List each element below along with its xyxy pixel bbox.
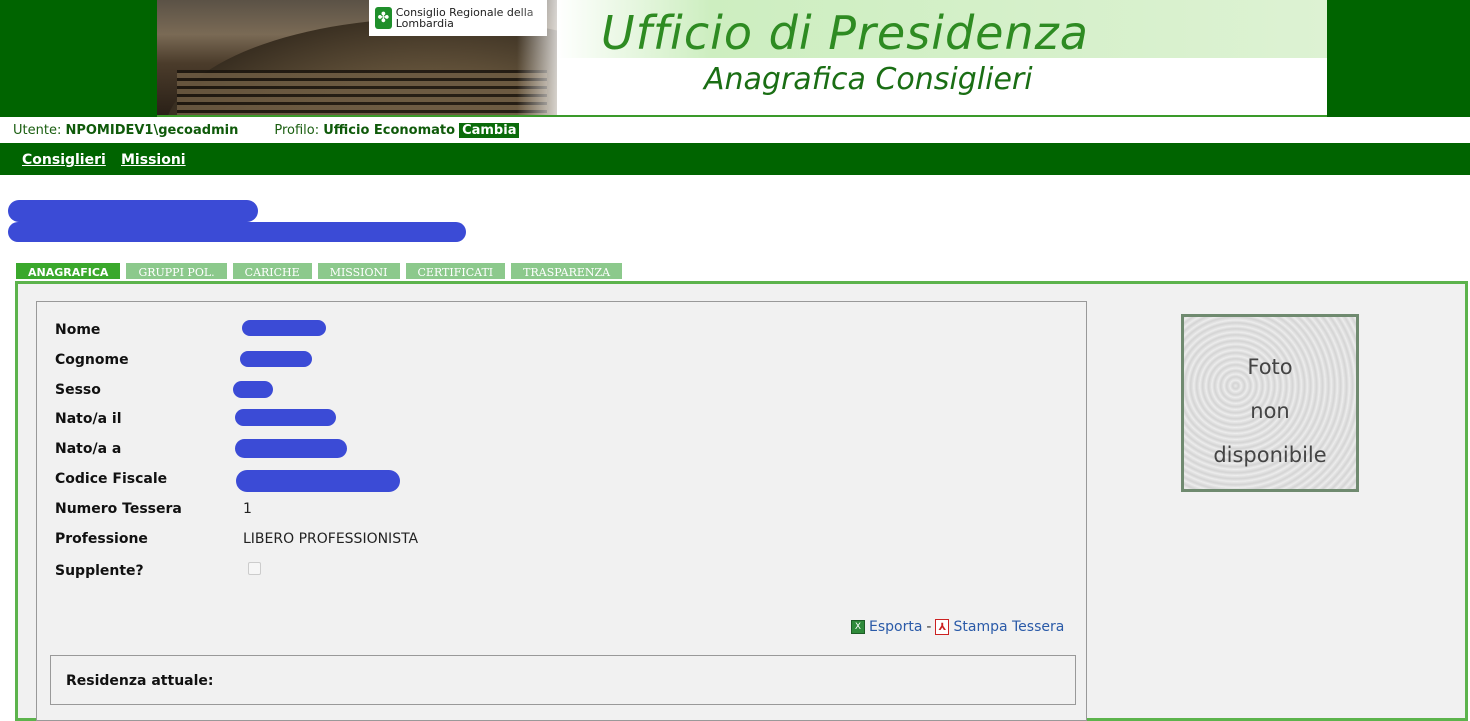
export-link[interactable]: Esporta [869, 619, 922, 635]
supplente-label: Supplente? [55, 563, 144, 579]
professione-label: Professione [55, 531, 148, 547]
print-card-link[interactable]: Stampa Tessera [953, 619, 1064, 635]
banner-image: ✤ Consiglio Regionale della Lombardia Uf… [157, 0, 1327, 117]
pdf-icon: ⅄ [935, 619, 949, 635]
codice-fiscale-label: Codice Fiscale [55, 471, 167, 487]
user-label: Utente: [13, 123, 61, 138]
nav-missioni[interactable]: Missioni [121, 152, 186, 168]
redacted-nato-il [235, 409, 336, 426]
nav-consiglieri[interactable]: Consiglieri [22, 152, 106, 168]
title-area: Ufficio di Presidenza Anagrafica Consigl… [557, 0, 1327, 115]
photo-placeholder: Foto non disponibile [1181, 314, 1359, 492]
lombardia-logo-icon: ✤ [375, 7, 392, 29]
chamber-seats [177, 70, 547, 115]
redacted-nome [242, 320, 326, 336]
redacted-name [8, 200, 258, 222]
redacted-cognome [240, 351, 312, 367]
professione-value: LIBERO PROFESSIONISTA [243, 531, 418, 547]
tab-trasparenza[interactable]: TRASPARENZA [511, 263, 622, 279]
tab-anagrafica[interactable]: ANAGRAFICA [16, 263, 120, 279]
nato-il-label: Nato/a il [55, 411, 122, 427]
change-profile-button[interactable]: Cambia [459, 123, 519, 138]
sesso-label: Sesso [55, 382, 101, 398]
main-nav: Consiglieri Missioni [0, 143, 1470, 175]
numero-tessera-label: Numero Tessera [55, 501, 182, 517]
profile-label: Profilo: [274, 123, 319, 138]
profile-value: Ufficio Economato [323, 123, 455, 138]
user-value: NPOMIDEV1\gecoadmin [65, 123, 238, 138]
cognome-label: Cognome [55, 352, 129, 368]
photo-placeholder-text: Foto non disponibile [1184, 345, 1356, 477]
action-links: X Esporta - ⅄ Stampa Tessera [851, 619, 1064, 635]
tab-missioni[interactable]: MISSIONI [318, 263, 400, 279]
page-subtitle: Anagrafica Consiglieri [704, 62, 1033, 97]
header-banner: ✤ Consiglio Regionale della Lombardia Uf… [0, 0, 1470, 117]
page-title: Ufficio di Presidenza [601, 6, 1089, 60]
tab-bar: ANAGRAFICA GRUPPI POL. CARICHE MISSIONI … [16, 263, 622, 282]
redacted-details [8, 222, 466, 242]
redacted-nato-a [235, 439, 347, 458]
redacted-codice-fiscale [236, 470, 400, 492]
user-bar: Utente: NPOMIDEV1\gecoadmin Profilo: Uff… [0, 118, 1470, 142]
nato-a-label: Nato/a a [55, 441, 121, 457]
nome-label: Nome [55, 322, 100, 338]
separator: - [926, 619, 931, 635]
supplente-checkbox[interactable] [248, 562, 261, 575]
residenza-title: Residenza attuale: [66, 673, 214, 689]
redacted-sesso [233, 381, 273, 398]
excel-icon: X [851, 620, 865, 634]
residenza-section: Residenza attuale: [50, 655, 1076, 705]
numero-tessera-value: 1 [243, 501, 252, 517]
tab-gruppi-pol[interactable]: GRUPPI POL. [126, 263, 226, 279]
tab-certificati[interactable]: CERTIFICATI [406, 263, 506, 279]
tab-cariche[interactable]: CARICHE [233, 263, 312, 279]
